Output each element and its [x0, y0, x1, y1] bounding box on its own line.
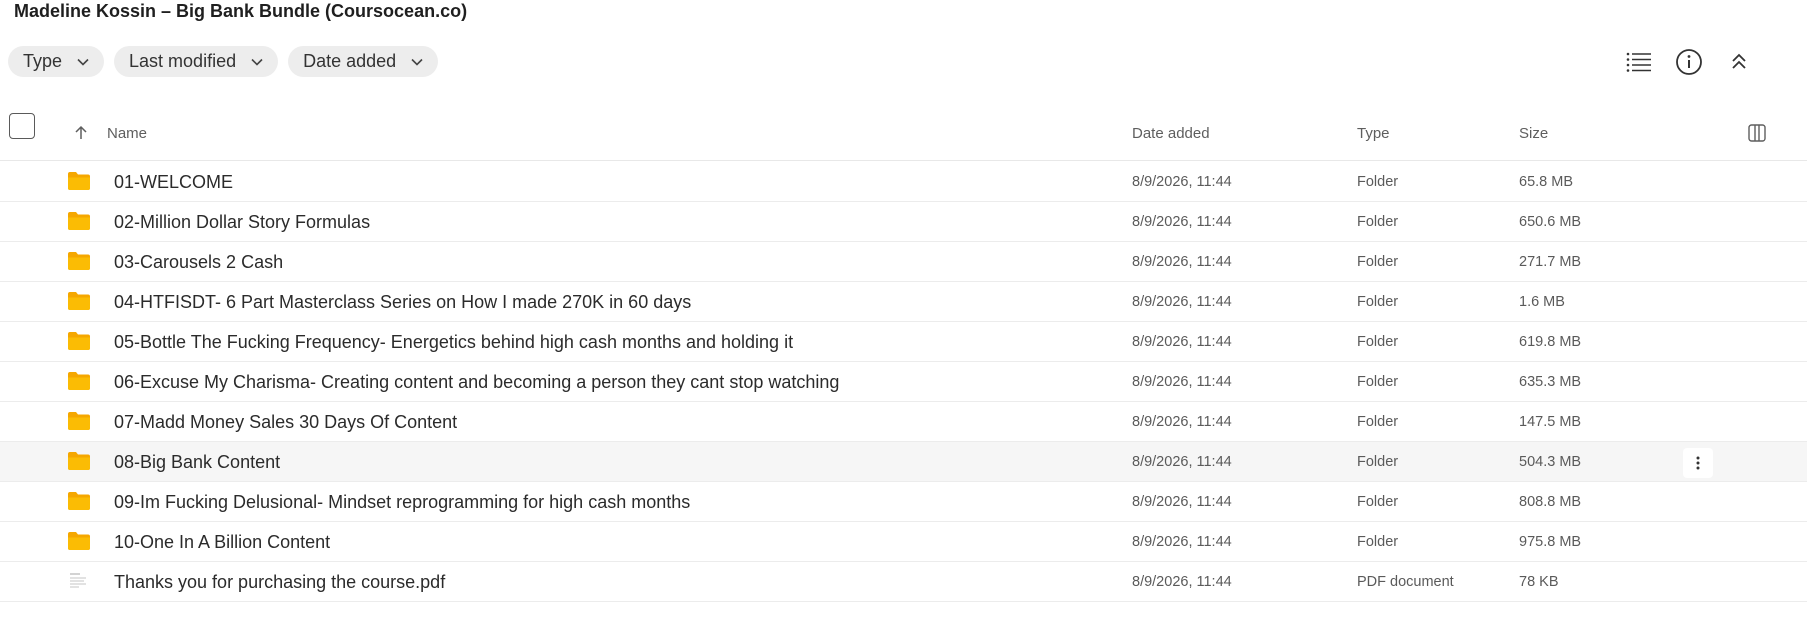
- file-name[interactable]: 10-One In A Billion Content: [114, 522, 330, 562]
- folder-icon: [68, 212, 90, 230]
- chevron-down-icon: [251, 58, 263, 66]
- file-type: Folder: [1357, 414, 1399, 430]
- folder-icon: [68, 332, 90, 350]
- file-size: 65.8 MB: [1519, 174, 1573, 190]
- list-view-button[interactable]: [1621, 44, 1657, 80]
- collapse-icon: [1732, 53, 1746, 69]
- folder-icon: [68, 372, 90, 390]
- file-type: Folder: [1357, 454, 1399, 470]
- chevron-down-icon: [77, 58, 89, 66]
- file-type: Folder: [1357, 254, 1399, 270]
- table-row[interactable]: Thanks you for purchasing the course.pdf…: [0, 562, 1807, 602]
- table-row[interactable]: 09-Im Fucking Delusional- Mindset reprog…: [0, 482, 1807, 522]
- file-size: 650.6 MB: [1519, 214, 1582, 230]
- file-date-added: 8/9/2026, 11:44: [1132, 414, 1232, 430]
- file-name[interactable]: 07-Madd Money Sales 30 Days Of Content: [114, 402, 457, 442]
- file-date-added: 8/9/2026, 11:44: [1132, 534, 1232, 550]
- table-row[interactable]: 10-One In A Billion Content 8/9/2026, 11:…: [0, 522, 1807, 562]
- filter-date-added-label: Date added: [303, 51, 397, 71]
- column-header-type[interactable]: Type: [1357, 105, 1390, 161]
- filter-date-added-button[interactable]: Date added: [288, 46, 439, 77]
- file-date-added: 8/9/2026, 11:44: [1132, 294, 1232, 310]
- file-date-added: 8/9/2026, 11:44: [1132, 494, 1232, 510]
- file-size: 271.7 MB: [1519, 254, 1582, 270]
- arrow-up-icon: [75, 125, 87, 139]
- file-size: 504.3 MB: [1519, 454, 1582, 470]
- folder-icon: [68, 252, 90, 270]
- file-size: 1.6 MB: [1519, 294, 1565, 310]
- file-name[interactable]: Thanks you for purchasing the course.pdf: [114, 562, 445, 602]
- file-size: 78 KB: [1519, 574, 1559, 590]
- table-row[interactable]: 01-WELCOME 8/9/2026, 11:44 Folder 65.8 MB: [0, 162, 1807, 202]
- chevron-down-icon: [411, 58, 423, 66]
- column-header-name[interactable]: Name: [107, 105, 147, 161]
- file-name[interactable]: 08-Big Bank Content: [114, 442, 280, 482]
- folder-icon: [68, 532, 90, 550]
- file-name[interactable]: 04-HTFISDT- 6 Part Masterclass Series on…: [114, 282, 691, 322]
- file-name[interactable]: 05-Bottle The Fucking Frequency- Energet…: [114, 322, 793, 362]
- more-options-button[interactable]: [1683, 448, 1713, 478]
- sort-ascending-button[interactable]: [74, 105, 88, 161]
- file-date-added: 8/9/2026, 11:44: [1132, 174, 1232, 190]
- file-size: 619.8 MB: [1519, 334, 1582, 350]
- table-row[interactable]: 05-Bottle The Fucking Frequency- Energet…: [0, 322, 1807, 362]
- folder-icon: [68, 492, 90, 510]
- file-size: 975.8 MB: [1519, 534, 1582, 550]
- file-name[interactable]: 01-WELCOME: [114, 162, 233, 202]
- pdf-document-icon: [70, 573, 86, 588]
- file-date-added: 8/9/2026, 11:44: [1132, 574, 1232, 590]
- file-type: Folder: [1357, 294, 1399, 310]
- table-row[interactable]: 03-Carousels 2 Cash 8/9/2026, 11:44 Folder…: [0, 242, 1807, 282]
- file-type: PDF document: [1357, 574, 1454, 590]
- info-button[interactable]: [1671, 44, 1707, 80]
- list-view-icon: [1626, 52, 1651, 72]
- table-row[interactable]: 02-Million Dollar Story Formulas 8/9/2026…: [0, 202, 1807, 242]
- table-row[interactable]: 06-Excuse My Charisma- Creating content …: [0, 362, 1807, 402]
- table-row[interactable]: 07-Madd Money Sales 30 Days Of Content 8/…: [0, 402, 1807, 442]
- page-title: Madeline Kossin – Big Bank Bundle (Cours…: [14, 1, 468, 21]
- file-date-added: 8/9/2026, 11:44: [1132, 334, 1232, 350]
- file-size: 635.3 MB: [1519, 374, 1582, 390]
- file-size: 808.8 MB: [1519, 494, 1582, 510]
- column-header-date-added[interactable]: Date added: [1132, 105, 1210, 161]
- info-icon: [1676, 49, 1702, 75]
- file-type: Folder: [1357, 214, 1399, 230]
- columns-icon: [1748, 124, 1766, 142]
- filter-type-button[interactable]: Type: [8, 46, 105, 77]
- folder-icon: [68, 172, 90, 190]
- file-date-added: 8/9/2026, 11:44: [1132, 254, 1232, 270]
- folder-icon: [68, 292, 90, 310]
- file-date-added: 8/9/2026, 11:44: [1132, 374, 1232, 390]
- file-date-added: 8/9/2026, 11:44: [1132, 214, 1232, 230]
- file-type: Folder: [1357, 494, 1399, 510]
- file-name[interactable]: 09-Im Fucking Delusional- Mindset reprog…: [114, 482, 690, 522]
- filter-type-label: Type: [23, 51, 63, 71]
- file-type: Folder: [1357, 334, 1399, 350]
- filter-bar: Type Last modified Date added: [8, 46, 439, 77]
- folder-icon: [68, 412, 90, 430]
- filter-last-modified-label: Last modified: [129, 51, 237, 71]
- file-name[interactable]: 06-Excuse My Charisma- Creating content …: [114, 362, 839, 402]
- file-type: Folder: [1357, 534, 1399, 550]
- file-type: Folder: [1357, 374, 1399, 390]
- file-list: 01-WELCOME 8/9/2026, 11:44 Folder 65.8 MB 02…: [0, 162, 1807, 602]
- more-vertical-icon: [1696, 456, 1700, 470]
- file-name[interactable]: 03-Carousels 2 Cash: [114, 242, 283, 282]
- file-type: Folder: [1357, 174, 1399, 190]
- table-row[interactable]: 08-Big Bank Content 8/9/2026, 11:44 Folder…: [0, 442, 1807, 482]
- table-header: Name Date added Type Size: [0, 105, 1807, 161]
- filter-last-modified-button[interactable]: Last modified: [114, 46, 279, 77]
- column-header-size[interactable]: Size: [1519, 105, 1548, 161]
- table-row[interactable]: 04-HTFISDT- 6 Part Masterclass Series on…: [0, 282, 1807, 322]
- column-settings-button[interactable]: [1748, 105, 1766, 161]
- file-date-added: 8/9/2026, 11:44: [1132, 454, 1232, 470]
- collapse-button[interactable]: [1721, 44, 1757, 80]
- view-actions: [1607, 44, 1807, 80]
- file-size: 147.5 MB: [1519, 414, 1582, 430]
- file-name[interactable]: 02-Million Dollar Story Formulas: [114, 202, 370, 242]
- folder-icon: [68, 452, 90, 470]
